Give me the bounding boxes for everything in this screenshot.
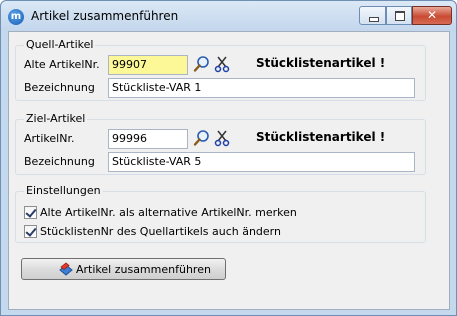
quell-search-icon[interactable] <box>193 55 211 73</box>
ziel-artikel-legend: Ziel-Artikel <box>24 112 88 125</box>
einstellungen-group: Einstellungen Alte ArtikelNr. als altern… <box>15 184 426 243</box>
merge-articles-label: Artikel zusammenführen <box>76 263 211 276</box>
close-icon: ✕ <box>426 8 438 22</box>
option-alternative-nr-checkbox[interactable] <box>24 206 37 219</box>
title-bar[interactable]: m Artikel zusammenführen ✕ <box>1 1 456 31</box>
ziel-bezeichnung-label: Bezeichnung <box>24 155 95 168</box>
minimize-button[interactable] <box>359 6 386 25</box>
ziel-stuecklisten-warning: Stücklistenartikel ! <box>256 130 386 144</box>
ziel-scissors-icon[interactable] <box>214 129 232 147</box>
quell-stuecklisten-warning: Stücklistenartikel ! <box>256 56 386 70</box>
dialog-body: Quell-Artikel Alte ArtikelNr. 99907 Stüc… <box>8 31 450 310</box>
ziel-artikel-group: Ziel-Artikel ArtikelNr. 99996 Stückliste… <box>15 112 426 175</box>
checkmark-icon <box>25 225 37 237</box>
maximize-button[interactable] <box>386 6 412 25</box>
ziel-artikelnr-input[interactable]: 99996 <box>108 129 188 149</box>
checkmark-icon <box>25 206 37 218</box>
quell-nr-label: Alte ArtikelNr. <box>24 58 100 71</box>
quell-artikel-legend: Quell-Artikel <box>24 38 96 51</box>
maximize-icon <box>395 11 405 21</box>
option-stuecklistennr-label[interactable]: StücklistenNr des Quellartikels auch änd… <box>40 225 281 238</box>
close-button[interactable]: ✕ <box>412 6 452 25</box>
window-title: Artikel zusammenführen <box>31 9 179 23</box>
merge-icon <box>59 262 73 276</box>
ziel-nr-label: ArtikelNr. <box>24 132 75 145</box>
minimize-icon <box>369 17 379 22</box>
option-stuecklistennr-checkbox[interactable] <box>24 225 37 238</box>
ziel-search-icon[interactable] <box>193 129 211 147</box>
quell-scissors-icon[interactable] <box>214 55 232 73</box>
app-icon: m <box>8 9 24 25</box>
quell-artikel-group: Quell-Artikel Alte ArtikelNr. 99907 Stüc… <box>15 38 426 101</box>
einstellungen-legend: Einstellungen <box>24 184 103 197</box>
option-alternative-nr-label[interactable]: Alte ArtikelNr. als alternative ArtikelN… <box>40 206 297 219</box>
merge-articles-button[interactable]: Artikel zusammenführen <box>21 258 226 280</box>
ziel-bezeichnung-input[interactable]: Stückliste-VAR 5 <box>108 152 415 172</box>
quell-artikelnr-input[interactable]: 99907 <box>108 55 188 75</box>
quell-bezeichnung-input[interactable]: Stückliste-VAR 1 <box>108 78 415 98</box>
dialog-window: m Artikel zusammenführen ✕ Quell-Artikel… <box>0 0 457 316</box>
quell-bezeichnung-label: Bezeichnung <box>24 81 95 94</box>
